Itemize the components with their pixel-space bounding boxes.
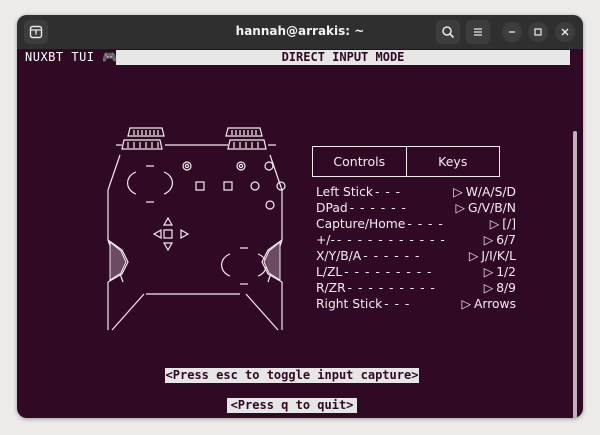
binding-dashes: - - - bbox=[384, 297, 411, 311]
binding-row: +/- - - - - - - - - - - - ▷ 6/7 bbox=[316, 232, 516, 248]
arrow-icon: ▷ bbox=[483, 233, 494, 247]
terminal-body[interactable]: NUXBT TUI 🎮 DIRECT INPUT MODE Controls K… bbox=[17, 49, 583, 418]
arrow-icon: ▷ bbox=[455, 201, 465, 215]
binding-key: Arrows bbox=[473, 297, 516, 311]
binding-dashes: - - - - - - - - - bbox=[344, 265, 433, 279]
binding-row: Capture/Home - - - - ▷ [/] bbox=[316, 216, 516, 232]
arrow-icon: ▷ bbox=[483, 281, 494, 295]
binding-key: 1/2 bbox=[496, 265, 516, 279]
binding-dashes: - - - - - - - - - bbox=[347, 281, 436, 295]
menu-button[interactable] bbox=[466, 20, 490, 44]
close-button[interactable] bbox=[555, 22, 575, 42]
binding-row: DPad - - - - - - ▷ G/V/B/N bbox=[316, 200, 516, 216]
gamepad-diagram bbox=[107, 127, 286, 331]
binding-dashes: - - - - - - - - - - - bbox=[336, 233, 446, 247]
minimize-button[interactable] bbox=[502, 22, 522, 42]
binding-row: R/ZR - - - - - - - - - ▷ 8/9 bbox=[316, 280, 516, 296]
binding-control: DPad bbox=[316, 201, 348, 215]
binding-key: [/] bbox=[502, 217, 516, 231]
quit-hint: <Press q to quit> bbox=[227, 398, 357, 413]
close-icon bbox=[561, 28, 569, 36]
binding-control: +/- bbox=[316, 233, 335, 247]
binding-row: X/Y/B/A - - - - - - ▷ J/I/K/L bbox=[316, 248, 516, 264]
binding-dashes: - - - bbox=[374, 185, 402, 199]
controls-header: Controls bbox=[333, 154, 386, 169]
binding-control: R/ZR bbox=[316, 281, 346, 295]
binding-key: G/V/B/N bbox=[467, 201, 516, 215]
minimize-icon bbox=[509, 31, 515, 33]
scrollbar[interactable] bbox=[573, 131, 577, 418]
toggle-capture-hint: <Press esc to toggle input capture> bbox=[165, 368, 419, 383]
arrow-icon: ▷ bbox=[483, 265, 494, 279]
left-bumper bbox=[127, 127, 165, 137]
arrow-icon: ▷ bbox=[468, 249, 479, 263]
keys-header: Keys bbox=[405, 147, 500, 176]
binding-key: J/I/K/L bbox=[481, 249, 516, 263]
binding-dashes: - - - - - - bbox=[349, 201, 407, 215]
keys-table-header: Controls Keys bbox=[312, 146, 500, 177]
title-bar: hannah@arrakis: ~ bbox=[17, 15, 583, 49]
binding-control: X/Y/B/A bbox=[316, 249, 362, 263]
binding-control: Right Stick bbox=[316, 297, 383, 311]
binding-row: Left Stick - - - ▷ W/A/S/D bbox=[316, 184, 516, 200]
binding-dashes: - - - - bbox=[407, 217, 444, 231]
binding-control: Left Stick bbox=[316, 185, 373, 199]
app-name: NUXBT TUI 🎮 bbox=[25, 50, 118, 64]
binding-key: 6/7 bbox=[496, 233, 516, 247]
arrow-icon: ▷ bbox=[453, 185, 463, 199]
search-button[interactable] bbox=[436, 20, 460, 44]
right-bumper bbox=[225, 127, 263, 137]
binding-row: L/ZL - - - - - - - - - ▷ 1/2 bbox=[316, 264, 516, 280]
bindings-list: Left Stick - - - ▷ W/A/S/D DPad - - - - … bbox=[316, 184, 516, 312]
binding-control: L/ZL bbox=[316, 265, 343, 279]
hamburger-menu-icon bbox=[474, 28, 482, 36]
binding-control: Capture/Home bbox=[316, 217, 406, 231]
binding-key: 8/9 bbox=[496, 281, 516, 295]
maximize-button[interactable] bbox=[528, 22, 548, 42]
binding-key: W/A/S/D bbox=[465, 185, 516, 199]
arrow-icon: ▷ bbox=[461, 297, 471, 311]
search-icon bbox=[442, 26, 455, 39]
maximize-icon bbox=[534, 28, 542, 36]
mode-banner: DIRECT INPUT MODE bbox=[116, 50, 570, 65]
binding-row: Right Stick - - - ▷ Arrows bbox=[316, 296, 516, 312]
window-title: hannah@arrakis: ~ bbox=[235, 24, 365, 38]
binding-dashes: - - - - - - bbox=[363, 249, 421, 263]
arrow-icon: ▷ bbox=[489, 217, 500, 231]
terminal-window: hannah@arrakis: ~ NUXBT TUI 🎮 DIRECT INP… bbox=[17, 15, 583, 418]
